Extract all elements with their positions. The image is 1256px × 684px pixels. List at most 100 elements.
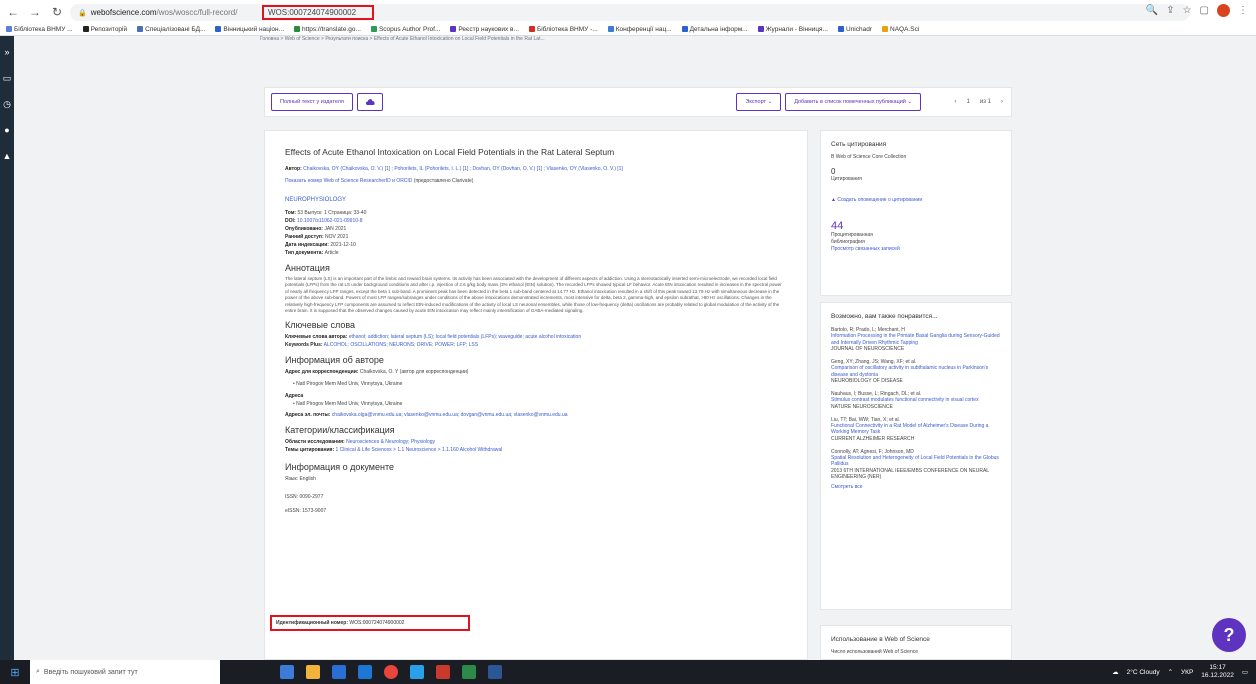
notifications-icon[interactable]: ▭	[1242, 668, 1248, 676]
recommendations-card: Возможно, вам также понравится... Bartol…	[820, 302, 1012, 610]
meta-key: Том:	[285, 210, 297, 216]
bell-icon[interactable]: ▲	[0, 146, 14, 166]
bookmark-label: Реєстр наукових в...	[458, 26, 519, 33]
clock-date: 16.12.2022	[1201, 672, 1234, 679]
related-records-link[interactable]: Просмотр связанных записей	[831, 246, 1001, 253]
bookmark-item[interactable]: https://translate.go...	[294, 26, 361, 33]
address-bar[interactable]: 🔒 webofscience.com /wos/woscc/full-recor…	[70, 4, 1190, 21]
research-area-links[interactable]: Neurosciences & Neurology; Physiology	[346, 439, 435, 445]
weather-text[interactable]: 2°C Cloudy	[1127, 669, 1160, 676]
bookmark-item[interactable]: Конференції нац...	[607, 26, 672, 33]
citation-network-heading: Сеть цитирования	[831, 141, 887, 148]
full-text-button[interactable]: Полный текст у издателя	[271, 93, 353, 111]
bookmark-item[interactable]: Вінницький націон...	[215, 26, 284, 33]
share-icon[interactable]: ⇪	[1166, 5, 1174, 16]
profile-avatar[interactable]	[1217, 4, 1230, 17]
rec-title-link[interactable]: Functional Connectivity in a Rat Model o…	[831, 423, 1001, 436]
bookmark-item[interactable]: Unichadr	[838, 26, 872, 33]
recommendation-item: Connolly, AT; Agnesi, F; Johnson, MD Spat…	[831, 449, 1001, 480]
bookmark-favicon-icon	[6, 26, 12, 33]
rec-title-link[interactable]: Information Processing in the Primate Ba…	[831, 333, 1001, 346]
meta-value: NOV 2021	[325, 234, 349, 240]
authors-links[interactable]: Chaikovska, OY (Chaikovska, O. V.) [1] ;…	[303, 166, 623, 172]
mail-icon[interactable]	[358, 665, 372, 679]
lock-icon: 🔒	[78, 9, 87, 17]
bookmark-item[interactable]: NAQA.Sci	[882, 26, 919, 33]
meta-value: 2021-12-10	[330, 242, 356, 248]
opera-icon[interactable]	[436, 665, 450, 679]
publisher-link-button[interactable]	[356, 93, 383, 111]
history-icon[interactable]: ◷	[0, 94, 14, 114]
bookmark-item[interactable]: Бібліотека ВНМУ -...	[528, 26, 598, 33]
zoom-icon[interactable]: 🔍	[1146, 5, 1158, 16]
page-number[interactable]: 1	[967, 99, 970, 105]
bookmark-item[interactable]: Реєстр наукових в...	[450, 26, 519, 33]
citation-alert-link[interactable]: ▲ Создать оповещение о цитировании	[831, 197, 1001, 204]
bookmark-favicon-icon	[757, 26, 764, 33]
bookmark-item[interactable]: Scopus Author Prof...	[370, 26, 440, 33]
rec-title-link[interactable]: Stimulus contrast modulates functional c…	[831, 397, 1001, 404]
meta-key: Дата индексации:	[285, 242, 329, 248]
help-button[interactable]: ?	[1212, 618, 1246, 652]
clock[interactable]: 15:17 16.12.2022	[1201, 664, 1234, 680]
taskbar-search[interactable]: ⌕ Введіть пошуковий запит тут	[30, 660, 220, 684]
corr-author: Chaikovska, O. Y (автор для корреспонден…	[359, 369, 469, 376]
email-links[interactable]: chaikovska.olga@vnmu.edu.ua; vlasenko@vn…	[332, 412, 568, 418]
citation-topics-links[interactable]: 1 Clinical & Life Sciences > 1.1 Neurosc…	[336, 447, 503, 453]
record-toolbar: Полный текст у издателя Экспорт ⌄ Добави…	[264, 87, 1012, 117]
record-title: Effects of Acute Ethanol Intoxication on…	[285, 147, 615, 157]
star-icon[interactable]: ☆	[1183, 5, 1192, 16]
bookmark-item[interactable]: Журнали - Вінниця...	[757, 26, 828, 33]
addresses-label: Адреса	[285, 393, 304, 400]
kw-plus-links[interactable]: ALCOHOL; OSCILLATIONS; NEURONS; DRIVE; P…	[324, 342, 478, 348]
see-all-link[interactable]: Смотреть все	[831, 484, 1001, 491]
rec-title-link[interactable]: Spatial Resolution and Heterogeneity of …	[831, 455, 1001, 468]
research-area-label: Области исследования:	[285, 439, 345, 446]
network-icon[interactable]: ⌃	[1168, 668, 1173, 676]
user-icon[interactable]: ●	[0, 120, 14, 140]
meta-row: Том: 53 Выпуск: 1 Страница: 33-40	[285, 209, 787, 217]
bookmark-label: NAQA.Sci	[890, 26, 920, 33]
authors-label: Автор:	[285, 166, 302, 172]
menu-icon[interactable]: ⋮	[1238, 5, 1248, 16]
reload-icon[interactable]: ↻	[48, 3, 66, 21]
expand-icon[interactable]: »	[0, 42, 14, 62]
next-page-button[interactable]: ›	[1001, 99, 1003, 105]
accession-number-highlight: Идентификационный номер: WOS:00072407490…	[270, 615, 470, 631]
kw-author-links[interactable]: ethanol; addiction; lateral septum (LS);…	[349, 334, 581, 340]
bookmark-item[interactable]: Спеціалізовані БД...	[137, 26, 205, 33]
references-count[interactable]: 44	[831, 220, 1001, 232]
bookmarks-bar: Бібліотека ВНМУ ... Репозиторій Спеціалізо…	[0, 24, 1256, 36]
journal-link[interactable]: NEUROPHYSIOLOGY	[285, 197, 787, 203]
add-to-list-button[interactable]: Добавить в список помеченных публикаций …	[785, 93, 921, 111]
forward-icon[interactable]: →	[26, 3, 44, 21]
chrome-icon[interactable]	[384, 665, 398, 679]
back-icon[interactable]: ←	[4, 3, 22, 21]
prev-page-button[interactable]: ‹	[955, 99, 957, 105]
windows-start-icon[interactable]: ⊞	[0, 660, 30, 684]
task-view-icon[interactable]	[280, 665, 294, 679]
breadcrumb: Головна > Web of Science > Результати по…	[260, 36, 545, 42]
meta-key: Опубликовано:	[285, 226, 323, 232]
excel-icon[interactable]	[462, 665, 476, 679]
researcher-id-link[interactable]: Показать номер Web of Science Researcher…	[285, 178, 412, 184]
language-indicator[interactable]: УКР	[1181, 669, 1193, 676]
rec-journal: NEUROBIOLOGY OF DISEASE	[831, 378, 903, 384]
word-icon[interactable]	[488, 665, 502, 679]
author-info-heading: Информация об авторе	[285, 355, 384, 366]
rec-journal: JOURNAL OF NEUROSCIENCE	[831, 346, 905, 352]
telegram-icon[interactable]	[410, 665, 424, 679]
window-icon[interactable]: ▢	[1200, 5, 1209, 16]
bookmark-item[interactable]: Бібліотека ВНМУ ...	[6, 26, 73, 33]
folder-icon[interactable]: ▭	[0, 68, 14, 88]
rec-title-link[interactable]: Comparison of oscillatory activity in su…	[831, 365, 1001, 378]
store-icon[interactable]	[332, 665, 346, 679]
export-button[interactable]: Экспорт ⌄	[736, 93, 782, 111]
file-explorer-icon[interactable]	[306, 665, 320, 679]
bookmark-item[interactable]: Репозиторій	[82, 26, 127, 33]
meta-value[interactable]: 10.1007/s11062-021-09910-8	[297, 218, 363, 224]
browser-toolbar: ← → ↻ 🔒 webofscience.com /wos/woscc/full…	[0, 0, 1256, 36]
bookmark-item[interactable]: Детальна інформ...	[681, 26, 748, 33]
bookmark-favicon-icon	[681, 26, 688, 33]
bookmark-favicon-icon	[370, 26, 377, 33]
